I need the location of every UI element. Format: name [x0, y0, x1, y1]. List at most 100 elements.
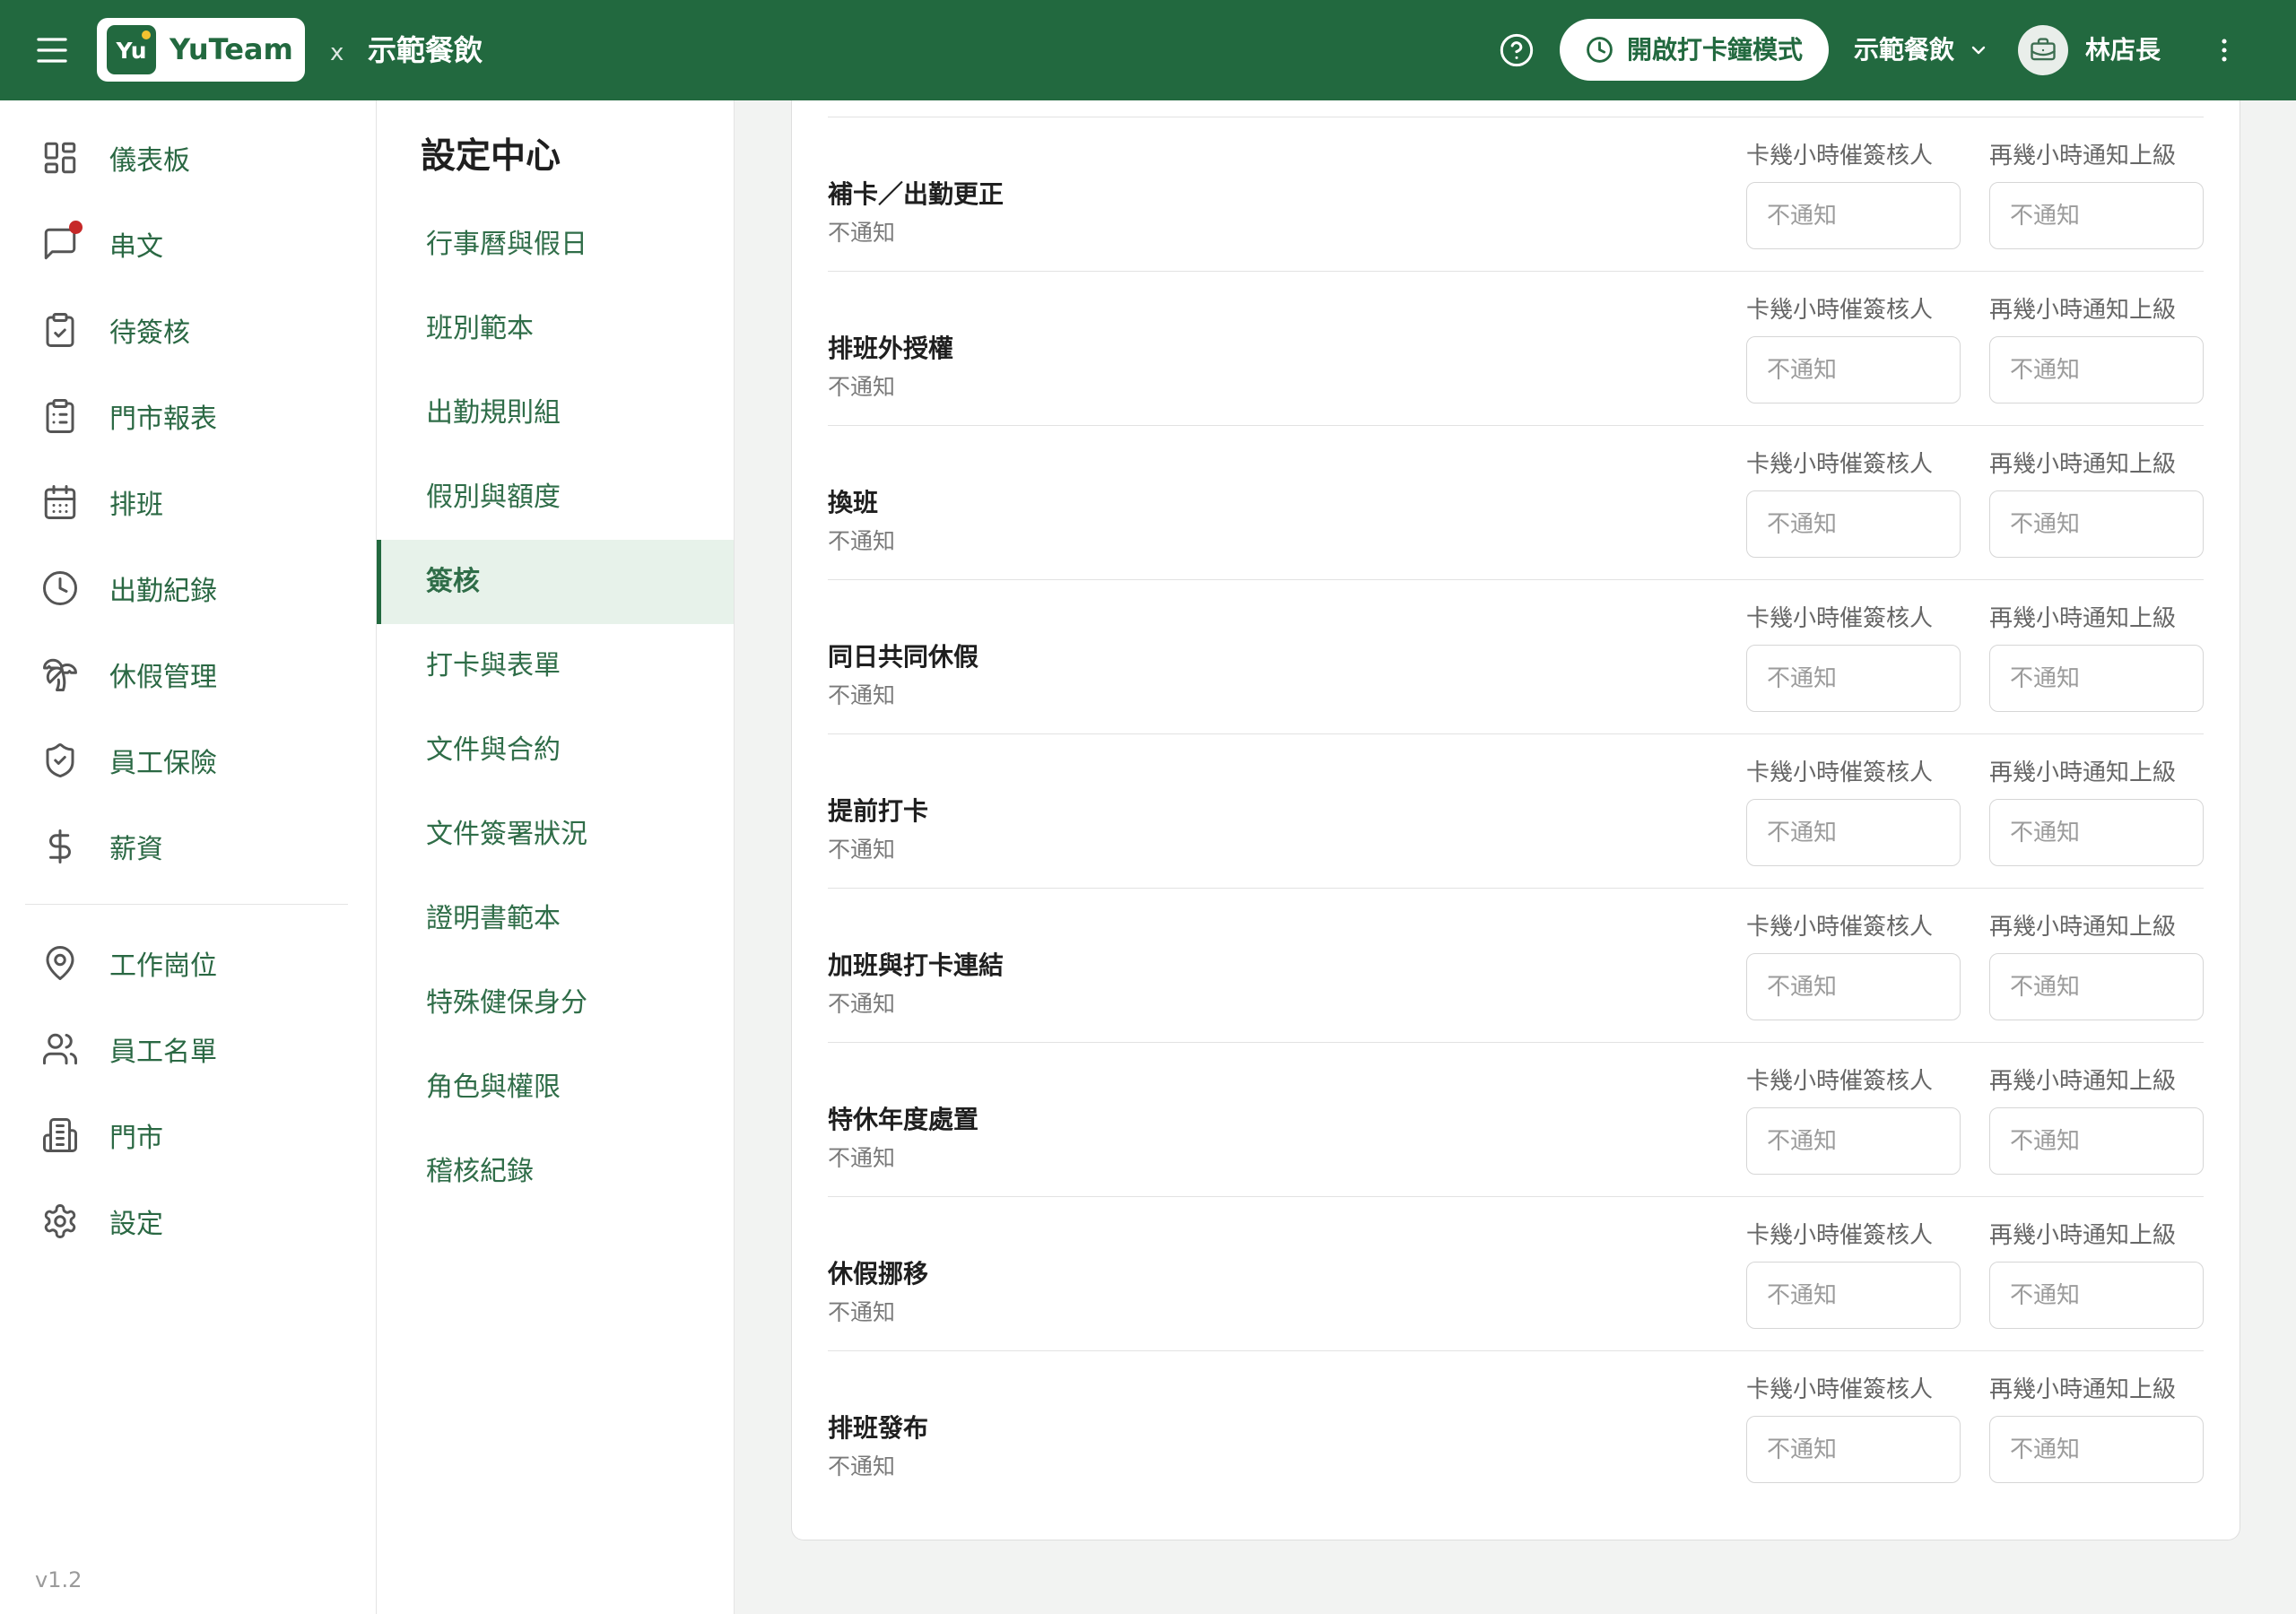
- app-logo[interactable]: Yu YuTeam: [97, 18, 305, 82]
- escalate-hours-label: 再幾小時通知上級: [1989, 1222, 2177, 1249]
- organization-switcher[interactable]: 示範餐飲: [1854, 0, 1997, 100]
- sidebar-item-pending-approvals[interactable]: 待簽核: [0, 287, 376, 373]
- escalate-hours-input[interactable]: [1989, 1262, 2204, 1329]
- remind-hours-label: 卡幾小時催簽核人: [1746, 914, 1934, 941]
- sidebar-item-positions[interactable]: 工作崗位: [0, 920, 376, 1006]
- remind-hours-input[interactable]: [1746, 1107, 1961, 1175]
- sidebar-item-label: 設定: [109, 1209, 163, 1240]
- sidebar-item-dashboard[interactable]: 儀表板: [0, 115, 376, 201]
- escalate-field: 再幾小時通知上級: [1989, 605, 2204, 712]
- escalate-field: 再幾小時通知上級: [1989, 1376, 2204, 1483]
- sidebar-item-scheduling[interactable]: 排班: [0, 459, 376, 545]
- settings-nav-approvals[interactable]: 簽核: [377, 540, 734, 624]
- escalate-hours-input[interactable]: [1989, 645, 2204, 712]
- settings-nav-special-insurance[interactable]: 特殊健保身分: [377, 961, 734, 1046]
- remind-hours-input[interactable]: [1746, 182, 1961, 249]
- settings-nav-certificate-templates[interactable]: 證明書範本: [377, 877, 734, 961]
- escalate-field: 再幾小時通知上級: [1989, 914, 2204, 1020]
- sidebar-item-settings[interactable]: 設定: [0, 1178, 376, 1264]
- remind-hours-input[interactable]: [1746, 490, 1961, 558]
- settings-nav-signing-status[interactable]: 文件簽署狀況: [377, 793, 734, 877]
- shield-check-icon: [41, 742, 79, 779]
- settings-nav-attendance-rules[interactable]: 出勤規則組: [377, 371, 734, 456]
- more-vertical-icon[interactable]: [2209, 35, 2239, 65]
- sidebar-item-employees[interactable]: 員工名單: [0, 1006, 376, 1092]
- remind-hours-label: 卡幾小時催簽核人: [1746, 1376, 1934, 1403]
- escalate-hours-input[interactable]: [1989, 336, 2204, 404]
- escalate-hours-input[interactable]: [1989, 953, 2204, 1020]
- rule-row-annual-leave-handling: 特休年度處置 不通知 卡幾小時催簽核人 再幾小時通知上級: [828, 1042, 2204, 1196]
- remind-hours-input[interactable]: [1746, 645, 1961, 712]
- settings-nav-shift-templates[interactable]: 班別範本: [377, 287, 734, 371]
- remind-hours-label: 卡幾小時催簽核人: [1746, 1068, 1934, 1095]
- sidebar-item-payroll[interactable]: 薪資: [0, 803, 376, 889]
- escalate-hours-label: 再幾小時通知上級: [1989, 914, 2177, 941]
- settings-nav-leave-types[interactable]: 假別與額度: [377, 456, 734, 540]
- map-pin-icon: [41, 944, 79, 982]
- sidebar-item-leave[interactable]: 休假管理: [0, 631, 376, 717]
- settings-nav-calendar-holidays[interactable]: 行事曆與假日: [377, 203, 734, 287]
- remind-hours-input[interactable]: [1746, 1262, 1961, 1329]
- escalate-hours-input[interactable]: [1989, 1107, 2204, 1175]
- help-circle-icon[interactable]: [1499, 32, 1535, 68]
- remind-field: 卡幾小時催簽核人: [1746, 1376, 1961, 1483]
- escalate-hours-label: 再幾小時通知上級: [1989, 297, 2177, 324]
- dashboard-icon: [41, 139, 79, 177]
- clock-mode-button[interactable]: 開啟打卡鐘模式: [1560, 19, 1829, 81]
- sidebar-item-store-reports[interactable]: 門市報表: [0, 373, 376, 459]
- main-sidebar: 儀表板 串文 待簽核 門市報表 排班 出勤紀錄 休假管理 員工保險 薪資 工作崗…: [0, 100, 377, 1614]
- escalate-field: 再幾小時通知上級: [1989, 143, 2204, 249]
- rule-row-overtime-punch-link: 加班與打卡連結 不通知 卡幾小時催簽核人 再幾小時通知上級: [828, 888, 2204, 1042]
- logo-mark: Yu: [107, 25, 156, 74]
- clipboard-check-icon: [41, 311, 79, 349]
- sidebar-item-stores[interactable]: 門市: [0, 1092, 376, 1178]
- menu-icon[interactable]: [36, 37, 68, 64]
- sidebar-item-insurance[interactable]: 員工保險: [0, 717, 376, 803]
- remind-hours-input[interactable]: [1746, 1416, 1961, 1483]
- rule-title: 排班外授權: [828, 334, 954, 363]
- escalate-hours-input[interactable]: [1989, 1416, 2204, 1483]
- unread-dot: [69, 221, 83, 234]
- remind-hours-input[interactable]: [1746, 336, 1961, 404]
- user-name[interactable]: 林店長: [2085, 0, 2161, 100]
- escalate-hours-label: 再幾小時通知上級: [1989, 605, 2177, 632]
- remind-hours-input[interactable]: [1746, 799, 1961, 866]
- calendar-icon: [41, 483, 79, 521]
- rule-title: 休假挪移: [828, 1259, 929, 1289]
- rule-title: 排班發布: [828, 1413, 929, 1443]
- clock-icon: [1586, 36, 1613, 64]
- dollar-icon: [41, 828, 79, 865]
- gear-icon: [41, 1202, 79, 1240]
- sidebar-item-label: 儀表板: [109, 145, 190, 177]
- rule-title: 補卡／出勤更正: [828, 179, 1004, 209]
- escalate-hours-input[interactable]: [1989, 490, 2204, 558]
- rule-row-off-schedule-authorization: 排班外授權 不通知 卡幾小時催簽核人 再幾小時通知上級: [828, 271, 2204, 425]
- rule-title: 同日共同休假: [828, 642, 979, 672]
- rule-row-early-punch: 提前打卡 不通知 卡幾小時催簽核人 再幾小時通知上級: [828, 733, 2204, 888]
- settings-nav: 設定中心 行事曆與假日 班別範本 出勤規則組 假別與額度 簽核 打卡與表單 文件…: [377, 100, 735, 1614]
- escalate-field: 再幾小時通知上級: [1989, 759, 2204, 866]
- rule-status: 不通知: [828, 837, 896, 863]
- sidebar-item-posts[interactable]: 串文: [0, 201, 376, 287]
- escalate-field: 再幾小時通知上級: [1989, 1068, 2204, 1175]
- escalate-hours-input[interactable]: [1989, 182, 2204, 249]
- rule-title: 加班與打卡連結: [828, 950, 1004, 980]
- sidebar-item-label: 薪資: [109, 834, 163, 865]
- rule-row-leave-shift: 休假挪移 不通知 卡幾小時催簽核人 再幾小時通知上級: [828, 1196, 2204, 1350]
- rule-row-schedule-publish: 排班發布 不通知 卡幾小時催簽核人 再幾小時通知上級: [828, 1350, 2204, 1505]
- organization-switcher-label: 示範餐飲: [1854, 35, 1955, 65]
- escalate-hours-input[interactable]: [1989, 799, 2204, 866]
- escalate-hours-label: 再幾小時通知上級: [1989, 451, 2177, 478]
- settings-nav-punch-forms[interactable]: 打卡與表單: [377, 624, 734, 708]
- settings-nav-roles-permissions[interactable]: 角色與權限: [377, 1046, 734, 1130]
- settings-nav-documents-contracts[interactable]: 文件與合約: [377, 708, 734, 793]
- sidebar-item-attendance[interactable]: 出勤紀錄: [0, 545, 376, 631]
- remind-hours-label: 卡幾小時催簽核人: [1746, 1222, 1934, 1249]
- avatar[interactable]: [2018, 25, 2068, 75]
- chevron-down-icon: [1968, 39, 1989, 61]
- rule-status: 不通知: [828, 1453, 896, 1480]
- remind-hours-input[interactable]: [1746, 953, 1961, 1020]
- sidebar-item-label: 工作崗位: [109, 950, 217, 982]
- settings-nav-audit-log[interactable]: 稽核紀錄: [377, 1130, 734, 1214]
- sidebar-item-label: 門市報表: [109, 404, 217, 435]
